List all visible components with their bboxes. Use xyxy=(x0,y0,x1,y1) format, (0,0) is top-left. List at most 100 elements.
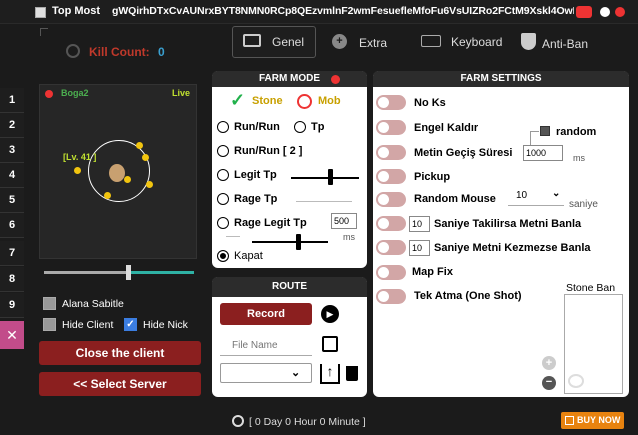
tab-extra[interactable]: Extra xyxy=(359,36,387,50)
stone-marker xyxy=(146,181,153,188)
metin-gecis-unit: ms xyxy=(573,153,585,163)
kezmezse-input[interactable]: 10 xyxy=(409,240,430,256)
plus-icon: + xyxy=(332,34,347,49)
side-item-6[interactable]: 6 xyxy=(0,213,24,238)
mob-option[interactable]: Mob xyxy=(318,95,341,107)
save-icon[interactable] xyxy=(322,336,338,352)
pickup-label: Pickup xyxy=(414,171,451,183)
zoom-slider-fill xyxy=(44,271,128,274)
tab-genel-label: Genel xyxy=(272,35,305,49)
metin-gecis-input[interactable]: 1000 xyxy=(523,145,563,161)
keyboard-icon xyxy=(421,35,441,47)
ban-icon xyxy=(297,94,312,109)
toggle-kezmezse-banla[interactable] xyxy=(376,240,406,255)
zoom-slider-thumb[interactable] xyxy=(126,265,131,280)
stone-marker xyxy=(124,176,131,183)
toggle-random-mouse[interactable] xyxy=(376,192,406,207)
one-shot-label: Tek Atma (One Shot) xyxy=(414,290,522,302)
legit-tp-slider[interactable] xyxy=(291,177,359,179)
toggle-one-shot[interactable] xyxy=(376,289,406,304)
close-icon[interactable] xyxy=(615,7,625,17)
stone-marker xyxy=(104,192,111,199)
remove-icon[interactable]: − xyxy=(542,376,556,390)
kill-count-label: Kill Count: xyxy=(89,45,150,59)
live-status: Live xyxy=(172,88,191,98)
trash-icon[interactable] xyxy=(346,366,358,381)
toggle-map-fix[interactable] xyxy=(376,265,406,280)
hide-nick-label: Hide Nick xyxy=(143,319,188,331)
play-icon[interactable]: ▶ xyxy=(321,305,339,323)
minimize-icon[interactable] xyxy=(600,7,610,17)
select-server-button[interactable]: << Select Server xyxy=(39,372,201,396)
run-run-2-label: Run/Run [ 2 ] xyxy=(234,145,303,157)
alana-sabitle-checkbox[interactable] xyxy=(43,297,56,310)
uptime-timer: [ 0 Day 0 Hour 0 Minute ] xyxy=(249,416,366,428)
top-most-checkbox[interactable] xyxy=(35,7,46,18)
toggle-no-ks[interactable] xyxy=(376,95,406,110)
tab-keyboard[interactable]: Keyboard xyxy=(451,35,502,49)
farm-mode-header: FARM MODE xyxy=(212,71,367,87)
rage-tp-slider[interactable] xyxy=(296,201,352,202)
kill-count-value: 0 xyxy=(158,45,165,59)
top-most-label: Top Most xyxy=(52,5,101,17)
radio-rage-legit-tp[interactable] xyxy=(217,217,229,229)
shield-icon xyxy=(521,33,536,50)
radio-run-run-2[interactable] xyxy=(217,145,229,157)
side-item-2[interactable]: 2 xyxy=(0,113,24,138)
radio-run-run[interactable] xyxy=(217,121,229,133)
chevron-down-icon: ⌄ xyxy=(552,188,561,199)
side-item-9[interactable]: 9 xyxy=(0,293,24,318)
radio-rage-tp[interactable] xyxy=(217,193,229,205)
hide-client-checkbox[interactable] xyxy=(43,318,56,331)
map-fix-label: Map Fix xyxy=(412,266,453,278)
upload-icon[interactable]: ↑ xyxy=(320,364,340,384)
refresh-icon[interactable] xyxy=(568,374,584,388)
check-icon: ✓ xyxy=(230,90,246,110)
rage-legit-value-input[interactable]: 500 xyxy=(331,213,357,229)
kezmezse-label: Saniye Metni Kezmezse Banla xyxy=(434,242,591,254)
toggle-takilirsa-banla[interactable] xyxy=(376,216,406,231)
takilirsa-input[interactable]: 10 xyxy=(409,216,430,232)
live-dot-icon xyxy=(45,90,53,98)
side-item-5[interactable]: 5 xyxy=(0,188,24,213)
radio-tp[interactable] xyxy=(294,121,306,133)
rage-legit-unit: ms xyxy=(343,232,355,242)
tab-anti-ban[interactable]: Anti-Ban xyxy=(542,37,588,51)
status-dot-icon xyxy=(331,75,340,84)
cart-icon xyxy=(565,416,574,425)
tools-icon[interactable]: ✕ xyxy=(0,321,24,349)
stone-marker xyxy=(142,154,149,161)
toggle-metin-gecis[interactable] xyxy=(376,145,406,160)
rage-tp-label: Rage Tp xyxy=(234,193,278,205)
hide-nick-checkbox[interactable]: ✓ xyxy=(124,318,137,331)
side-item-8[interactable]: 8 xyxy=(0,267,24,292)
monitor-icon xyxy=(243,34,261,47)
radio-legit-tp[interactable] xyxy=(217,169,229,181)
stone-option[interactable]: Stone xyxy=(252,95,283,107)
random-mouse-select[interactable]: 10 ⌄ xyxy=(508,187,564,206)
stone-marker xyxy=(136,142,143,149)
record-button[interactable]: Record xyxy=(220,303,312,325)
random-label: random xyxy=(556,126,597,138)
side-item-3[interactable]: 3 xyxy=(0,138,24,163)
toggle-pickup[interactable] xyxy=(376,169,406,184)
session-id: gWQirhDTxCvAUNrxBYT8NMN0RCp8QEzvmlnF2wmF… xyxy=(112,5,574,17)
chevron-down-icon: ⌄ xyxy=(291,367,301,379)
reset-icon[interactable] xyxy=(66,44,80,58)
rage-legit-slider-thumb[interactable] xyxy=(296,234,301,250)
side-item-1[interactable]: 1 xyxy=(0,88,24,113)
close-client-button[interactable]: Close the client xyxy=(39,341,201,365)
random-bracket xyxy=(530,131,539,145)
file-name-input[interactable] xyxy=(220,335,312,356)
side-item-4[interactable]: 4 xyxy=(0,163,24,188)
side-item-7[interactable]: 7 xyxy=(0,241,24,266)
legit-tp-slider-thumb[interactable] xyxy=(328,169,333,185)
radio-kapat[interactable] xyxy=(217,250,229,262)
add-icon[interactable]: + xyxy=(542,356,556,370)
discord-icon[interactable] xyxy=(576,6,592,18)
toggle-engel-kaldir[interactable] xyxy=(376,120,406,135)
rage-legit-tp-label: Rage Legit Tp xyxy=(234,217,307,229)
target-name: Boga2 xyxy=(61,88,89,98)
rage-legit-slider[interactable] xyxy=(252,241,328,243)
random-checkbox[interactable] xyxy=(540,126,550,136)
